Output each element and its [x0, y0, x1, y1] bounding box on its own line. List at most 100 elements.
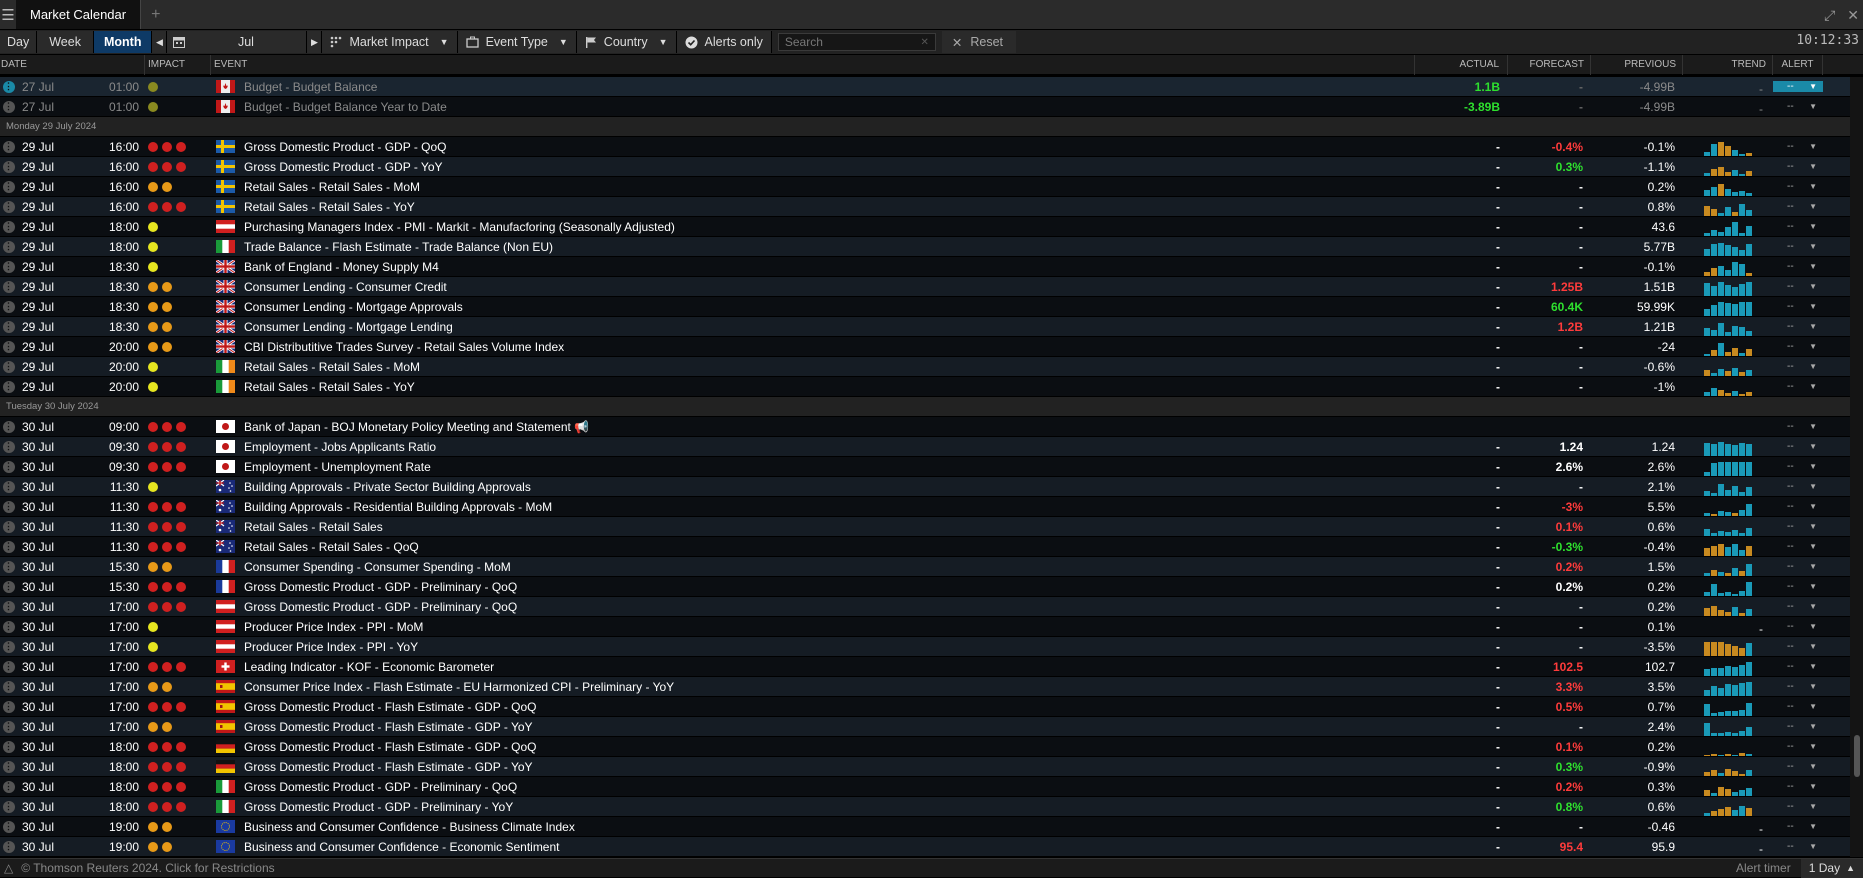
col-previous[interactable]: PREVIOUS: [1591, 54, 1683, 75]
table-row[interactable]: ⋮ 29 Jul 18:00 Trade Balance - Flash Estima…: [0, 237, 1850, 257]
table-row[interactable]: ⋮ 30 Jul 17:00 Producer Price Index - PPI -…: [0, 637, 1850, 657]
table-row[interactable]: ⋮ 30 Jul 17:00 Consumer Price Index - Flash…: [0, 677, 1850, 697]
table-row[interactable]: ⋮ 27 Jul 01:00 Budget - Budget Balance 1.1B -…: [0, 77, 1850, 97]
table-row[interactable]: ⋮ 29 Jul 18:30 Consumer Lending - Mortgage …: [0, 317, 1850, 337]
alert-dropdown[interactable]: -- ▼: [1773, 701, 1823, 712]
alert-dropdown[interactable]: -- ▼: [1773, 841, 1823, 852]
alert-dropdown[interactable]: -- ▼: [1773, 321, 1823, 332]
table-row[interactable]: ⋮ 29 Jul 20:00 Retail Sales - Retail Sales …: [0, 357, 1850, 377]
alert-dropdown[interactable]: -- ▼: [1773, 281, 1823, 292]
row-menu-icon[interactable]: ⋮: [2, 500, 15, 513]
clear-search-icon[interactable]: ✕: [920, 37, 928, 48]
expand-icon[interactable]: ⤢: [1824, 7, 1835, 24]
row-menu-icon[interactable]: ⋮: [2, 480, 15, 493]
alert-dropdown[interactable]: -- ▼: [1773, 561, 1823, 572]
table-row[interactable]: ⋮ 30 Jul 15:30 Consumer Spending - Consumer…: [0, 557, 1850, 577]
row-menu-icon[interactable]: ⋮: [2, 260, 15, 273]
alert-dropdown[interactable]: -- ▼: [1773, 621, 1823, 632]
row-menu-icon[interactable]: ⋮: [2, 200, 15, 213]
alert-dropdown[interactable]: -- ▼: [1773, 381, 1823, 392]
alert-dropdown[interactable]: -- ▼: [1773, 641, 1823, 652]
alert-dropdown[interactable]: -- ▼: [1773, 441, 1823, 452]
row-menu-icon[interactable]: ⋮: [2, 560, 15, 573]
table-row[interactable]: ⋮ 30 Jul 19:00 Business and Consumer Confid…: [0, 837, 1850, 857]
alert-dropdown[interactable]: -- ▼: [1773, 461, 1823, 472]
alert-dropdown[interactable]: -- ▼: [1773, 161, 1823, 172]
row-menu-icon[interactable]: ⋮: [2, 220, 15, 233]
day-button[interactable]: Day: [0, 31, 38, 53]
row-menu-icon[interactable]: ⋮: [2, 680, 15, 693]
row-menu-icon[interactable]: ⋮: [2, 180, 15, 193]
row-menu-icon[interactable]: ⋮: [2, 440, 15, 453]
alert-dropdown[interactable]: -- ▼: [1773, 761, 1823, 772]
menu-icon[interactable]: ☰: [0, 0, 17, 29]
row-menu-icon[interactable]: ⋮: [2, 540, 15, 553]
market-impact-dropdown[interactable]: Market Impact ▼: [322, 31, 458, 53]
table-row[interactable]: ⋮ 29 Jul 18:30 Bank of England - Money Supp…: [0, 257, 1850, 277]
table-row[interactable]: ⋮ 30 Jul 11:30 Building Approvals - Residen…: [0, 497, 1850, 517]
alerts-only-toggle[interactable]: Alerts only: [676, 31, 772, 53]
table-row[interactable]: ⋮ 30 Jul 17:00 Gross Domestic Product - GDP…: [0, 597, 1850, 617]
row-menu-icon[interactable]: ⋮: [2, 240, 15, 253]
row-menu-icon[interactable]: ⋮: [2, 140, 15, 153]
row-menu-icon[interactable]: ⋮: [2, 320, 15, 333]
row-menu-icon[interactable]: ⋮: [2, 100, 15, 113]
row-menu-icon[interactable]: ⋮: [2, 600, 15, 613]
scrollbar-thumb[interactable]: [1854, 735, 1860, 777]
row-menu-icon[interactable]: ⋮: [2, 80, 15, 93]
table-row[interactable]: ⋮ 30 Jul 17:00 Producer Price Index - PPI -…: [0, 617, 1850, 637]
table-row[interactable]: ⋮ 29 Jul 16:00 Gross Domestic Product - GDP…: [0, 157, 1850, 177]
month-selector[interactable]: Jul: [167, 31, 308, 53]
table-row[interactable]: ⋮ 30 Jul 15:30 Gross Domestic Product - GDP…: [0, 577, 1850, 597]
row-menu-icon[interactable]: ⋮: [2, 760, 15, 773]
row-menu-icon[interactable]: ⋮: [2, 280, 15, 293]
col-forecast[interactable]: FORECAST: [1508, 54, 1591, 75]
alert-dropdown[interactable]: -- ▼: [1773, 301, 1823, 312]
row-menu-icon[interactable]: ⋮: [2, 780, 15, 793]
copyright-link[interactable]: △ © Thomson Reuters 2024. Click for Rest…: [0, 861, 275, 875]
alert-dropdown[interactable]: -- ▼: [1773, 181, 1823, 192]
row-menu-icon[interactable]: ⋮: [2, 820, 15, 833]
table-row[interactable]: ⋮ 30 Jul 17:00 Gross Domestic Product - Fla…: [0, 697, 1850, 717]
row-menu-icon[interactable]: ⋮: [2, 420, 15, 433]
col-actual[interactable]: ACTUAL: [1415, 54, 1508, 75]
row-menu-icon[interactable]: ⋮: [2, 160, 15, 173]
alert-dropdown[interactable]: -- ▼: [1773, 221, 1823, 232]
tab-market-calendar[interactable]: Market Calendar: [17, 0, 142, 29]
table-row[interactable]: ⋮ 30 Jul 09:00 Bank of Japan - BOJ Monetary…: [0, 417, 1850, 437]
table-row[interactable]: ⋮ 30 Jul 11:30 Retail Sales - Retail Sales …: [0, 537, 1850, 557]
alert-dropdown[interactable]: -- ▼: [1773, 801, 1823, 812]
row-menu-icon[interactable]: ⋮: [2, 840, 15, 853]
table-row[interactable]: ⋮ 30 Jul 18:00 Gross Domestic Product - Fla…: [0, 757, 1850, 777]
search-input[interactable]: Search ✕: [777, 33, 936, 51]
col-impact[interactable]: IMPACT: [145, 54, 211, 75]
table-row[interactable]: ⋮ 30 Jul 09:30 Employment - Unemployment Ra…: [0, 457, 1850, 477]
table-row[interactable]: ⋮ 30 Jul 09:30 Employment - Jobs Applicants…: [0, 437, 1850, 457]
alert-dropdown[interactable]: -- ▼: [1773, 141, 1823, 152]
row-menu-icon[interactable]: ⋮: [2, 460, 15, 473]
table-row[interactable]: ⋮ 29 Jul 18:00 Purchasing Managers Index - …: [0, 217, 1850, 237]
alert-dropdown[interactable]: -- ▼: [1773, 741, 1823, 752]
alert-dropdown[interactable]: -- ▼: [1773, 721, 1823, 732]
row-menu-icon[interactable]: ⋮: [2, 360, 15, 373]
alert-dropdown[interactable]: -- ▼: [1773, 521, 1823, 532]
alert-dropdown[interactable]: -- ▼: [1773, 661, 1823, 672]
table-row[interactable]: ⋮ 30 Jul 17:00 Gross Domestic Product - Fla…: [0, 717, 1850, 737]
table-row[interactable]: ⋮ 27 Jul 01:00 Budget - Budget Balance Year…: [0, 97, 1850, 117]
close-icon[interactable]: ✕: [1847, 7, 1859, 24]
alert-dropdown[interactable]: -- ▼: [1773, 101, 1823, 112]
event-type-dropdown[interactable]: Event Type ▼: [457, 31, 577, 53]
col-alert[interactable]: ALERT: [1773, 54, 1823, 75]
alert-dropdown[interactable]: -- ▼: [1773, 341, 1823, 352]
row-menu-icon[interactable]: ⋮: [2, 520, 15, 533]
table-row[interactable]: ⋮ 30 Jul 17:00 Leading Indicator - KOF - Ec…: [0, 657, 1850, 677]
row-menu-icon[interactable]: ⋮: [2, 720, 15, 733]
scrollbar[interactable]: [1850, 77, 1863, 857]
row-menu-icon[interactable]: ⋮: [2, 640, 15, 653]
month-button[interactable]: Month: [93, 31, 153, 53]
row-menu-icon[interactable]: ⋮: [2, 380, 15, 393]
alert-dropdown[interactable]: -- ▼: [1773, 201, 1823, 212]
table-row[interactable]: ⋮ 29 Jul 18:30 Consumer Lending - Consumer …: [0, 277, 1850, 297]
reset-button[interactable]: ✕ Reset: [941, 31, 1016, 53]
alert-dropdown[interactable]: -- ▼: [1773, 821, 1823, 832]
